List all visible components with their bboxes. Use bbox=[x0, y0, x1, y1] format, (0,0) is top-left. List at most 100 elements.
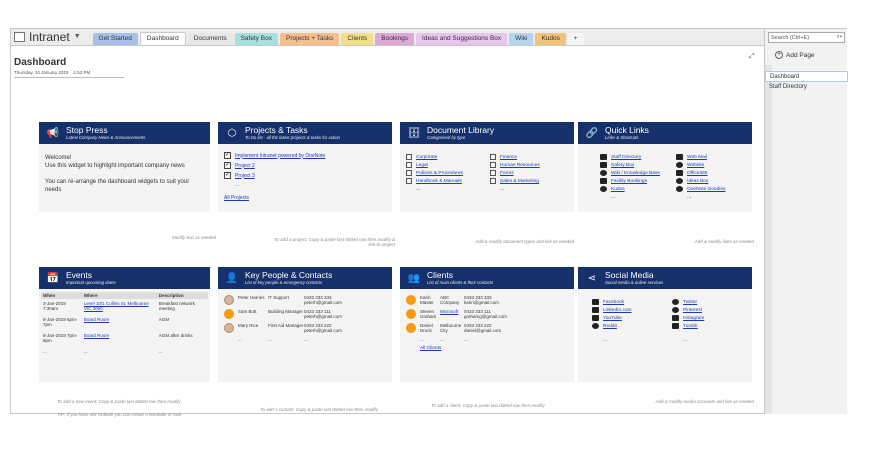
project-link[interactable]: Implement Intranet powered by OneNote bbox=[235, 153, 325, 159]
pinterest-icon bbox=[672, 307, 679, 313]
doc-link[interactable]: Human Resources bbox=[500, 163, 540, 168]
quick-link[interactable]: Safety Box bbox=[611, 163, 634, 168]
ellipsis: ... bbox=[416, 186, 421, 192]
quick-link[interactable]: OneNote Goodies bbox=[687, 187, 725, 192]
quick-link[interactable]: Web Mail bbox=[687, 155, 707, 160]
social-link[interactable]: Instagram bbox=[683, 316, 704, 321]
ellipsis: ... bbox=[500, 186, 505, 192]
quick-link[interactable]: Facility Bookings bbox=[611, 179, 647, 184]
page-item-dashboard[interactable]: Dashboard bbox=[765, 71, 848, 82]
form-icon bbox=[490, 170, 496, 176]
notebook-icon bbox=[14, 31, 25, 42]
checkbox-icon[interactable]: ✓ bbox=[224, 162, 231, 169]
widget-subtitle: Important upcoming dates bbox=[66, 279, 116, 285]
widget-title: Quick Links bbox=[605, 124, 649, 135]
chat-icon bbox=[600, 186, 607, 192]
widget-subtitle: Latest Company News & Announcements bbox=[66, 134, 146, 140]
onenote-window: Intranet ▼ Get Started Dashboard Documents… bbox=[10, 28, 848, 417]
avatar bbox=[224, 323, 234, 333]
doc-link[interactable]: Forms bbox=[500, 171, 514, 176]
hint-text: You can re-arrange the dashboard widgets… bbox=[45, 179, 190, 193]
checkbox-icon[interactable]: ✓ bbox=[224, 152, 231, 159]
table-row: 8-Jan-2019 7pm-8pm Board Room AGM after dr… bbox=[43, 333, 193, 343]
page-item-staff-directory[interactable]: Staff Directory bbox=[765, 82, 848, 93]
widget-title: Document Library bbox=[427, 124, 495, 135]
widget-subtitle: List of main clients & their contacts bbox=[427, 279, 494, 285]
tab-safety-box[interactable]: Safety Box bbox=[234, 33, 279, 45]
search-input[interactable]: Search (Ctrl+E) ⌕▾ bbox=[768, 32, 845, 43]
avatar bbox=[224, 309, 234, 319]
tab-dashboard[interactable]: Dashboard bbox=[139, 32, 186, 45]
social-link[interactable]: Reddit bbox=[603, 324, 617, 329]
add-page-button[interactable]: + Add Page bbox=[775, 51, 815, 59]
people-icon bbox=[490, 162, 496, 168]
calendar-icon: 📅 bbox=[46, 272, 60, 284]
projects-widget: ⬡ Projects & Tasks To Do list - all the l… bbox=[218, 122, 392, 212]
tab-projects-tasks[interactable]: Projects + Tasks bbox=[280, 33, 340, 45]
quick-links-note: Add & modify links as needed bbox=[694, 239, 754, 244]
documents-note: Add & modify document types and link as … bbox=[475, 239, 574, 244]
intro-text: Use this widget to highlight important c… bbox=[45, 163, 185, 169]
tab-documents[interactable]: Documents bbox=[187, 33, 233, 45]
doc-link[interactable]: Legal bbox=[416, 163, 428, 168]
events-widget: 📅 Events Important upcoming dates When Whe… bbox=[39, 267, 210, 382]
quick-link[interactable]: Website bbox=[687, 163, 704, 168]
doc-link[interactable]: Finance bbox=[500, 155, 517, 160]
events-table: When Where Description 3-Jan-2019 7:30am Le… bbox=[41, 292, 208, 358]
client-row: Karin Master ABC Company 0433 333 333 kari… bbox=[406, 295, 568, 305]
tab-clients[interactable]: Clients bbox=[341, 33, 374, 45]
welcome-text: Welcome! bbox=[45, 155, 72, 161]
notebook-picker[interactable]: Intranet ▼ bbox=[11, 28, 87, 45]
contact-row: Sam Bott Building Manager 0433 333 111 pet… bbox=[224, 309, 386, 319]
share-icon: ⋖ bbox=[587, 272, 597, 284]
table-row: 3-Jan-2019 7:30am Level 10/1 Collins St, … bbox=[43, 301, 195, 311]
linkedin-icon bbox=[592, 307, 599, 313]
quick-link[interactable]: Staff Directory bbox=[611, 155, 641, 160]
expand-icon[interactable]: ⤢ bbox=[749, 53, 755, 61]
doc-link[interactable]: Corporate bbox=[416, 155, 437, 160]
all-projects-link[interactable]: All Projects bbox=[224, 195, 386, 201]
megaphone-icon: 📢 bbox=[46, 127, 60, 139]
quick-link[interactable]: Kudos bbox=[611, 187, 625, 192]
quick-link[interactable]: Ideas Box bbox=[687, 179, 708, 184]
page-list: Dashboard Staff Directory bbox=[765, 71, 848, 93]
social-link[interactable]: Pinterest bbox=[683, 308, 702, 313]
social-link[interactable]: LinkedIn.com bbox=[603, 308, 632, 313]
doc-link[interactable]: Sales & Marketing bbox=[500, 179, 539, 184]
tab-bookings[interactable]: Bookings bbox=[375, 33, 415, 45]
widget-title: Projects & Tasks bbox=[245, 124, 308, 135]
add-section-button[interactable]: + bbox=[567, 33, 584, 45]
tab-kudos[interactable]: Kudos bbox=[535, 33, 566, 45]
widget-title: Social Media bbox=[605, 269, 654, 280]
scrollbar[interactable] bbox=[765, 65, 772, 413]
add-page-label: Add Page bbox=[786, 51, 815, 59]
cube-icon: ⬡ bbox=[227, 127, 237, 139]
document-library-widget: 🗄 Document Library Categorised by type Co… bbox=[400, 122, 574, 212]
chevron-down-icon: ▼ bbox=[73, 33, 81, 40]
page-date: Thursday, 10 January 2019 1:52 PM bbox=[14, 70, 91, 75]
project-link[interactable]: Project 3 bbox=[235, 173, 255, 179]
avatar bbox=[406, 323, 416, 333]
facebook-icon bbox=[592, 299, 599, 305]
tab-wiki[interactable]: Wiki bbox=[509, 33, 534, 45]
key-people-widget: 👤 Key People & Contacts List of key peopl… bbox=[218, 267, 392, 382]
social-link[interactable]: Tumblr bbox=[683, 324, 698, 329]
tab-get-started[interactable]: Get Started bbox=[92, 33, 138, 45]
tab-ideas-and-suggestions-box[interactable]: Ideas and Suggestions Box bbox=[416, 33, 508, 45]
social-link[interactable]: YouTube bbox=[603, 316, 622, 321]
instagram-icon bbox=[672, 315, 679, 321]
widget-subtitle: Links & Shortcuts bbox=[605, 134, 639, 140]
doc-link[interactable]: Policies & Procedures bbox=[416, 171, 463, 176]
page-canvas: Dashboard Thursday, 10 January 2019 1:52… bbox=[11, 47, 764, 417]
quick-link[interactable]: Office365 bbox=[687, 171, 707, 176]
globe-icon bbox=[676, 162, 683, 168]
client-row: Daniel Druck Melbourne City 0433 333 222 d… bbox=[406, 323, 568, 333]
all-clients-link[interactable]: All Clients bbox=[420, 346, 568, 351]
link-icon: 🔗 bbox=[585, 127, 599, 139]
social-link[interactable]: Twitter bbox=[683, 300, 697, 305]
project-link[interactable]: Project 2 bbox=[235, 163, 255, 169]
checkbox-icon[interactable]: ✓ bbox=[224, 172, 231, 179]
social-link[interactable]: Facebook bbox=[603, 300, 624, 305]
doc-link[interactable]: Handbook & Manuals bbox=[416, 179, 462, 184]
quick-link[interactable]: Wiki / Knowledge Base bbox=[611, 171, 660, 176]
